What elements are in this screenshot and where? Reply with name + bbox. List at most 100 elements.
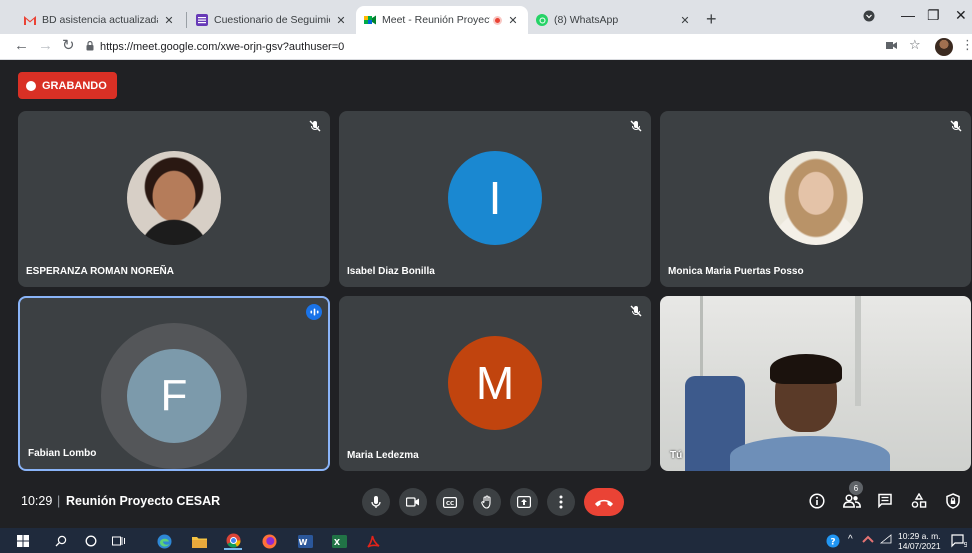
- browser-toolbar: ← → ↻ https://meet.google.com/xwe-orjn-g…: [0, 34, 972, 60]
- people-count-badge: 6: [849, 481, 863, 495]
- close-icon[interactable]: ✕: [678, 14, 692, 27]
- profile-avatar[interactable]: [935, 38, 953, 56]
- raise-hand-button[interactable]: [473, 488, 501, 516]
- bookmark-star-icon[interactable]: ☆: [909, 37, 921, 53]
- reload-icon[interactable]: ↻: [62, 37, 75, 55]
- mic-off-icon: [630, 305, 642, 317]
- chrome-icon[interactable]: [224, 532, 242, 550]
- speaking-indicator-icon: [306, 304, 322, 320]
- participant-name: Tú: [670, 450, 683, 461]
- meeting-details-button[interactable]: [806, 490, 828, 512]
- new-tab-button[interactable]: +: [706, 10, 717, 28]
- url-text: https://meet.google.com/xwe-orjn-gsv?aut…: [100, 41, 345, 53]
- mic-off-icon: [950, 120, 962, 132]
- svg-text:9: 9: [964, 541, 968, 548]
- title-separator: |: [57, 494, 61, 508]
- participant-avatar: M: [448, 336, 542, 430]
- camera-in-use-icon[interactable]: [886, 38, 897, 53]
- hangup-icon: [595, 499, 613, 506]
- firefox-icon[interactable]: [260, 532, 278, 550]
- whatsapp-icon: [536, 14, 548, 26]
- cortana-icon[interactable]: [82, 532, 100, 550]
- address-bar[interactable]: https://meet.google.com/xwe-orjn-gsv?aut…: [86, 37, 876, 57]
- minimize-icon[interactable]: —: [901, 7, 915, 23]
- windows-taskbar: W X ? ^ 10:29 a. m. 14/07/2021 9: [0, 528, 972, 553]
- participant-name: Isabel Diaz Bonilla: [347, 266, 435, 277]
- present-now-button[interactable]: [510, 488, 538, 516]
- meeting-time: 10:29: [21, 494, 53, 508]
- host-controls-button[interactable]: [942, 490, 964, 512]
- microphone-icon: [371, 496, 381, 508]
- participant-avatar: I: [448, 151, 542, 245]
- microphone-button[interactable]: [362, 488, 390, 516]
- self-shirt-shape: [730, 436, 890, 471]
- browser-menu-icon[interactable]: ⋮: [961, 37, 972, 53]
- svg-text:W: W: [298, 537, 307, 546]
- gmail-icon: [24, 14, 36, 26]
- more-options-button[interactable]: [547, 488, 575, 516]
- search-icon[interactable]: [52, 532, 70, 550]
- forms-icon: [196, 14, 208, 26]
- self-video-tile[interactable]: Tú: [660, 296, 971, 471]
- tab-title: BD asistencia actualizada diplom: [42, 14, 158, 26]
- participant-tile[interactable]: I Isabel Diaz Bonilla: [339, 111, 651, 287]
- tray-chevron-icon[interactable]: ^: [848, 534, 853, 545]
- clock-time: 10:29 a. m.: [898, 531, 941, 541]
- meet-icon: [364, 14, 376, 26]
- close-icon[interactable]: ✕: [506, 14, 520, 27]
- svg-text:X: X: [333, 537, 340, 546]
- clock-date: 14/07/2021: [898, 541, 941, 551]
- recording-label: GRABANDO: [42, 79, 107, 92]
- participant-name: Fabian Lombo: [28, 448, 97, 459]
- camera-button[interactable]: [399, 488, 427, 516]
- close-icon[interactable]: ✕: [334, 14, 348, 27]
- participant-tile[interactable]: M Maria Ledezma: [339, 296, 651, 471]
- close-icon[interactable]: ✕: [162, 14, 176, 27]
- participant-photo: [127, 151, 221, 245]
- task-view-icon[interactable]: [110, 532, 128, 550]
- edge-icon[interactable]: [155, 532, 173, 550]
- tab-gmail[interactable]: BD asistencia actualizada diplom ✕: [16, 6, 184, 34]
- acrobat-icon[interactable]: [364, 532, 382, 550]
- meeting-title: Reunión Proyecto CESAR: [66, 494, 221, 508]
- tab-title: (8) WhatsApp: [554, 14, 619, 26]
- tab-forms[interactable]: Cuestionario de Seguimiento a G ✕: [188, 6, 356, 34]
- restore-icon[interactable]: ❐: [927, 7, 940, 24]
- tab-title: Cuestionario de Seguimiento a G: [214, 14, 330, 26]
- system-clock[interactable]: 10:29 a. m. 14/07/2021: [898, 531, 941, 551]
- help-icon[interactable]: ?: [824, 532, 842, 550]
- browser-tab-strip: BD asistencia actualizada diplom ✕ Cuest…: [0, 0, 972, 34]
- back-icon[interactable]: ←: [14, 37, 29, 55]
- activities-button[interactable]: [908, 490, 930, 512]
- chat-button[interactable]: [874, 490, 896, 512]
- recording-badge[interactable]: GRABANDO: [18, 72, 117, 99]
- wifi-icon[interactable]: [879, 534, 892, 547]
- people-icon: [843, 494, 861, 508]
- excel-icon[interactable]: X: [330, 532, 348, 550]
- notifications-icon[interactable]: 9: [950, 532, 968, 550]
- windows-start-icon[interactable]: [14, 532, 32, 550]
- file-explorer-icon[interactable]: [190, 532, 208, 550]
- meet-controls-bar: 10:29 | Reunión Proyecto CESAR CC: [0, 480, 972, 526]
- camera-icon: [406, 497, 419, 507]
- participant-tile[interactable]: ESPERANZA ROMAN NOREÑA: [18, 111, 330, 287]
- captions-button[interactable]: CC: [436, 488, 464, 516]
- participant-avatar: F: [127, 349, 221, 443]
- tab-meet[interactable]: Meet - Reunión Proyecto CE ✕: [356, 6, 528, 34]
- recording-indicator-icon: [493, 15, 502, 25]
- hand-icon: [481, 495, 491, 509]
- participant-photo: [769, 151, 863, 245]
- chat-icon: [878, 493, 892, 509]
- mic-off-icon: [309, 120, 321, 132]
- network-icon[interactable]: [862, 534, 874, 547]
- participant-tile-speaking[interactable]: F Fabian Lombo: [18, 296, 330, 471]
- participant-tile[interactable]: Monica Maria Puertas Posso: [660, 111, 971, 287]
- close-window-icon[interactable]: ✕: [955, 7, 967, 24]
- leave-call-button[interactable]: [584, 488, 624, 516]
- activities-icon: [911, 493, 927, 508]
- tab-search-icon[interactable]: [863, 9, 875, 25]
- forward-icon[interactable]: →: [38, 37, 53, 55]
- word-icon[interactable]: W: [296, 532, 314, 550]
- tab-whatsapp[interactable]: (8) WhatsApp ✕: [528, 6, 700, 34]
- shield-lock-icon: [946, 493, 960, 509]
